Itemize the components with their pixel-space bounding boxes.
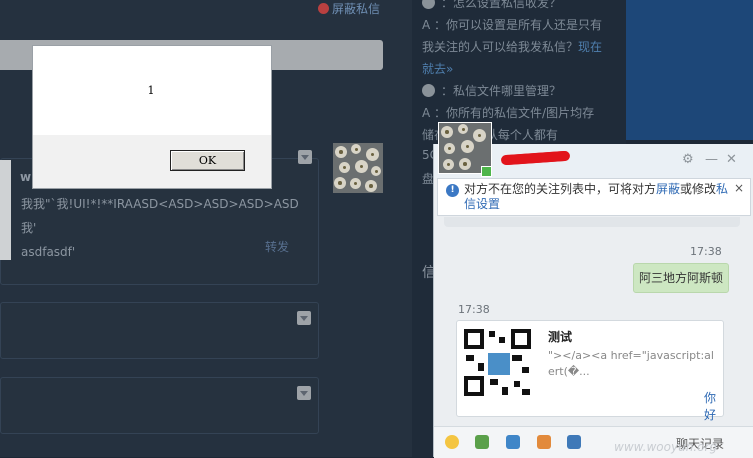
info-icon: ! (446, 184, 459, 197)
emoji-icon[interactable] (445, 435, 459, 449)
go-settings-link-2[interactable]: 就去» (422, 60, 453, 77)
block-link[interactable]: 屏蔽私信 (318, 0, 380, 17)
gear-icon[interactable]: ⚙ (682, 152, 694, 167)
card-dropdown-button[interactable] (297, 386, 311, 400)
chat-window: ⚙ — ✕ ! 对方不在您的关注列表中，可将对方屏蔽或修改私信设置 × 17:3… (433, 144, 753, 458)
post-card (0, 377, 319, 434)
header-area (626, 0, 753, 140)
go-settings-link[interactable]: 现在 (578, 40, 602, 54)
repost-link[interactable]: 转发 (265, 238, 289, 255)
notice-text: 对方不在您的关注列表中，可将对方屏蔽或修改私信设置 (464, 182, 729, 211)
online-status-icon (481, 166, 492, 177)
share-link[interactable]: 你好 (704, 389, 723, 423)
alert-dialog: 1 OK (32, 45, 272, 189)
block-link[interactable]: 屏蔽 (656, 182, 680, 196)
notice-bar: ! 对方不在您的关注列表中，可将对方屏蔽或修改私信设置 × (437, 178, 751, 216)
question-icon (422, 0, 435, 9)
screenshot-icon[interactable] (567, 435, 581, 449)
watermark: www.wooyun.org (614, 440, 718, 454)
block-link-label: 屏蔽私信 (332, 2, 381, 16)
card-thumbnail (0, 160, 11, 260)
notice-close-icon[interactable]: × (734, 181, 744, 195)
post-text: 我我"`我!UI!*!**IRAASD<ASD>ASD>ASD>ASD我' as… (21, 192, 306, 264)
post-card (0, 302, 319, 359)
card-dropdown-button[interactable] (298, 150, 312, 164)
share-description: "></a><a href="javascript:alert(�... (548, 349, 714, 378)
faq-answer-1-line1: A ：你可以设置是所有人还是只有 (422, 18, 603, 32)
faq-answer-2-line1: A ：你所有的私信文件/图片均存 (422, 106, 595, 120)
older-message-edge (444, 217, 740, 227)
alert-message: 1 (147, 84, 155, 97)
qr-logo (486, 351, 512, 377)
question-icon (422, 84, 435, 97)
image-icon[interactable] (475, 435, 489, 449)
post-author: w (20, 170, 32, 184)
timestamp: 17:38 (690, 245, 722, 258)
share-card[interactable]: 测试 "></a><a href="javascript:alert(�... … (456, 320, 724, 422)
faq-question-1: ：怎么设置私信收发？ (422, 0, 561, 11)
block-icon (318, 3, 329, 14)
timestamp: 17:38 (458, 303, 490, 316)
faq-answer-1-line2: 我关注的人可以给我发私信？现在 (422, 40, 603, 54)
faq-question-2: ：私信文件哪里管理？ (422, 82, 561, 99)
avatar[interactable] (333, 143, 383, 193)
post-text-line2: asdfasdf' (21, 245, 76, 259)
minimize-icon[interactable]: — (705, 152, 718, 167)
share-title: 测试 (548, 330, 573, 344)
close-icon[interactable]: ✕ (726, 152, 737, 167)
ok-button[interactable]: OK (170, 150, 245, 171)
app-icon[interactable] (537, 435, 551, 449)
my-message-bubble: 阿三地方阿斯顿 (633, 263, 729, 293)
post-text-line1: 我我"`我!UI!*!**IRAASD<ASD>ASD>ASD>ASD我' (21, 197, 299, 235)
card-dropdown-button[interactable] (297, 311, 311, 325)
qr-code (462, 327, 533, 398)
attachment-icon[interactable] (506, 435, 520, 449)
